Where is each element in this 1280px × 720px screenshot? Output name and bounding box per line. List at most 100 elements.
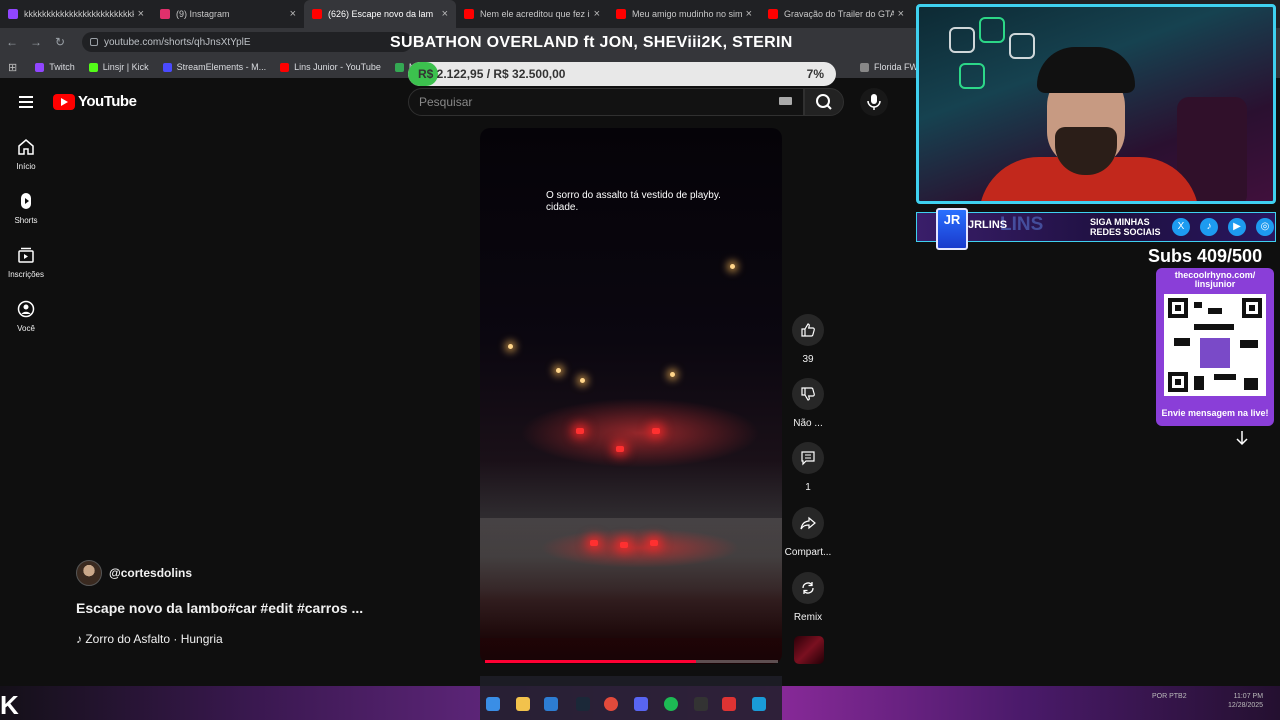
app-icon[interactable] xyxy=(752,697,766,711)
video-glare xyxy=(520,398,760,468)
you-icon xyxy=(17,300,35,318)
clock-time: 11:07 PM xyxy=(1233,693,1264,700)
tail-light xyxy=(616,446,624,452)
bookmark-florida[interactable]: Florida FWC xyxy=(860,62,925,72)
steam-icon[interactable] xyxy=(576,697,590,711)
bookmark-list: Twitch Linsjr | Kick StreamElements - M...… xyxy=(35,62,464,72)
subathon-title: SUBATHON OVERLAND ft JON, SHEViii2K, STE… xyxy=(390,34,793,51)
bookmark-item[interactable]: StreamElements - M... xyxy=(162,62,266,72)
tab-close-icon[interactable]: × xyxy=(898,8,904,20)
tab-label: Nem ele acreditou que fez isso xyxy=(480,9,590,19)
browser-tab[interactable]: (9) Instagram × xyxy=(152,0,304,28)
browser-tab[interactable]: Gravação do Trailer do GTA 6 × xyxy=(760,0,912,28)
tray-language[interactable]: POR PTB2 xyxy=(1152,692,1187,701)
tiktok-icon: ♪ xyxy=(1200,218,1218,236)
apps-icon[interactable]: ⊞ xyxy=(8,61,17,74)
share-button[interactable]: Compart... xyxy=(784,507,832,558)
sidebar-item-subscriptions[interactable]: Inscrições xyxy=(0,246,52,279)
tray-clock[interactable]: 11:07 PM 12/28/2025 xyxy=(1228,692,1263,710)
discord-icon[interactable] xyxy=(634,697,648,711)
channel-name[interactable]: @cortesdolins xyxy=(109,566,192,580)
remix-button[interactable]: Remix xyxy=(784,572,832,623)
comment-count: 1 xyxy=(805,482,811,493)
tab-close-icon[interactable]: × xyxy=(746,8,752,20)
dash-light xyxy=(620,542,628,548)
search-placeholder: Pesquisar xyxy=(419,95,473,109)
video-title[interactable]: Escape novo da lambo#car #edit #carros .… xyxy=(76,600,363,616)
social-banner: JR LINS JRLINS SIGA MINHAS REDES SOCIAIS… xyxy=(916,208,1276,250)
sidebar-item-label: Shorts xyxy=(14,216,38,225)
forward-icon[interactable]: → xyxy=(24,35,48,49)
reload-icon[interactable]: ↻ xyxy=(48,35,72,49)
kick-logo: K xyxy=(0,690,19,720)
dash-light xyxy=(590,540,598,546)
spotify-icon[interactable] xyxy=(664,697,678,711)
address-bar[interactable]: youtube.com/shorts/qhJnsXtYplE xyxy=(82,32,412,52)
browser-tab[interactable]: Meu amigo mudinho no simulador × xyxy=(608,0,760,28)
tab-close-icon[interactable]: × xyxy=(138,8,144,20)
back-icon[interactable]: ← xyxy=(0,35,24,49)
voice-search-button[interactable] xyxy=(860,88,888,116)
browser-tab[interactable]: Nem ele acreditou que fez isso × xyxy=(456,0,608,28)
tab-label: Gravação do Trailer do GTA 6 xyxy=(784,9,894,19)
remix-circle xyxy=(792,572,824,604)
tab-close-icon[interactable]: × xyxy=(442,8,448,20)
dislike-button[interactable]: Não ... xyxy=(784,378,832,429)
dislike-label: Não ... xyxy=(793,418,823,429)
browser-tab[interactable]: (626) Escape novo da lam × xyxy=(304,0,456,28)
goal-percent: 7% xyxy=(806,67,824,81)
sidebar-item-you[interactable]: Você xyxy=(0,300,52,333)
bookmark-item[interactable]: Linsjr | Kick xyxy=(88,62,149,72)
keyboard-icon[interactable] xyxy=(779,97,792,105)
channel-info[interactable]: @cortesdolins xyxy=(76,560,192,586)
tab-favicon xyxy=(8,9,18,19)
app-icon[interactable] xyxy=(544,697,558,711)
streamer-logo: JR xyxy=(936,208,968,250)
browser-tab[interactable]: kkkkkkkkkkkkkkkkkkkkkkkkkkkk × xyxy=(0,0,152,28)
tab-label: (9) Instagram xyxy=(176,9,230,19)
sidebar-item-label: Inscrições xyxy=(7,270,44,279)
obs-icon[interactable] xyxy=(722,697,736,711)
qr-code xyxy=(1164,294,1266,396)
tab-label: Meu amigo mudinho no simulador xyxy=(632,9,742,19)
thumbs-down-icon xyxy=(801,387,815,401)
logo-initials: JR xyxy=(943,212,961,227)
video-music[interactable]: ♪ Zorro do Asfalto · Hungria xyxy=(76,632,223,646)
street-lamp xyxy=(508,344,513,349)
bookmark-item[interactable]: Twitch xyxy=(35,62,75,72)
search-input[interactable]: Pesquisar xyxy=(408,88,804,116)
search-icon xyxy=(816,94,832,110)
tab-label: (626) Escape novo da lam xyxy=(328,9,434,19)
sidebar-item-home[interactable]: Início xyxy=(0,138,52,171)
remix-label: Remix xyxy=(793,612,823,623)
bookmark-label: Twitch xyxy=(49,62,75,72)
audio-source-thumbnail[interactable] xyxy=(794,636,824,664)
search-button[interactable] xyxy=(804,88,844,116)
app-icon[interactable] xyxy=(694,697,708,711)
bookmark-favicon xyxy=(162,62,172,72)
remix-icon xyxy=(802,582,814,594)
video-dash-glow xyxy=(540,528,740,568)
file-explorer-icon[interactable] xyxy=(516,697,530,711)
video-progress-bar[interactable] xyxy=(485,660,778,663)
shorts-video-player[interactable]: O sorro do assalto tá vestido de playby.… xyxy=(480,128,782,664)
qr-center-logo xyxy=(1200,338,1230,368)
qr-module xyxy=(1208,308,1222,314)
instagram-icon: ◎ xyxy=(1256,218,1274,236)
qr-module xyxy=(1244,378,1258,390)
qr-finder xyxy=(1168,298,1188,318)
tab-close-icon[interactable]: × xyxy=(594,8,600,20)
share-label: Compart... xyxy=(784,547,832,558)
sidebar-item-shorts[interactable]: Shorts xyxy=(0,192,52,225)
windows-start-icon[interactable] xyxy=(486,697,500,711)
comments-button[interactable]: 1 xyxy=(784,442,832,493)
tab-close-icon[interactable]: × xyxy=(290,8,296,20)
hamburger-menu-icon[interactable] xyxy=(19,96,33,108)
youtube-logo[interactable]: YouTube xyxy=(53,93,137,110)
chrome-icon[interactable] xyxy=(604,697,618,711)
like-button[interactable]: 39 xyxy=(784,314,832,365)
bookmark-item[interactable]: Lins Junior - YouTube xyxy=(280,62,381,72)
avatar[interactable] xyxy=(76,560,102,586)
youtube-wordmark: YouTube xyxy=(78,93,137,110)
site-info-icon[interactable] xyxy=(90,38,98,46)
